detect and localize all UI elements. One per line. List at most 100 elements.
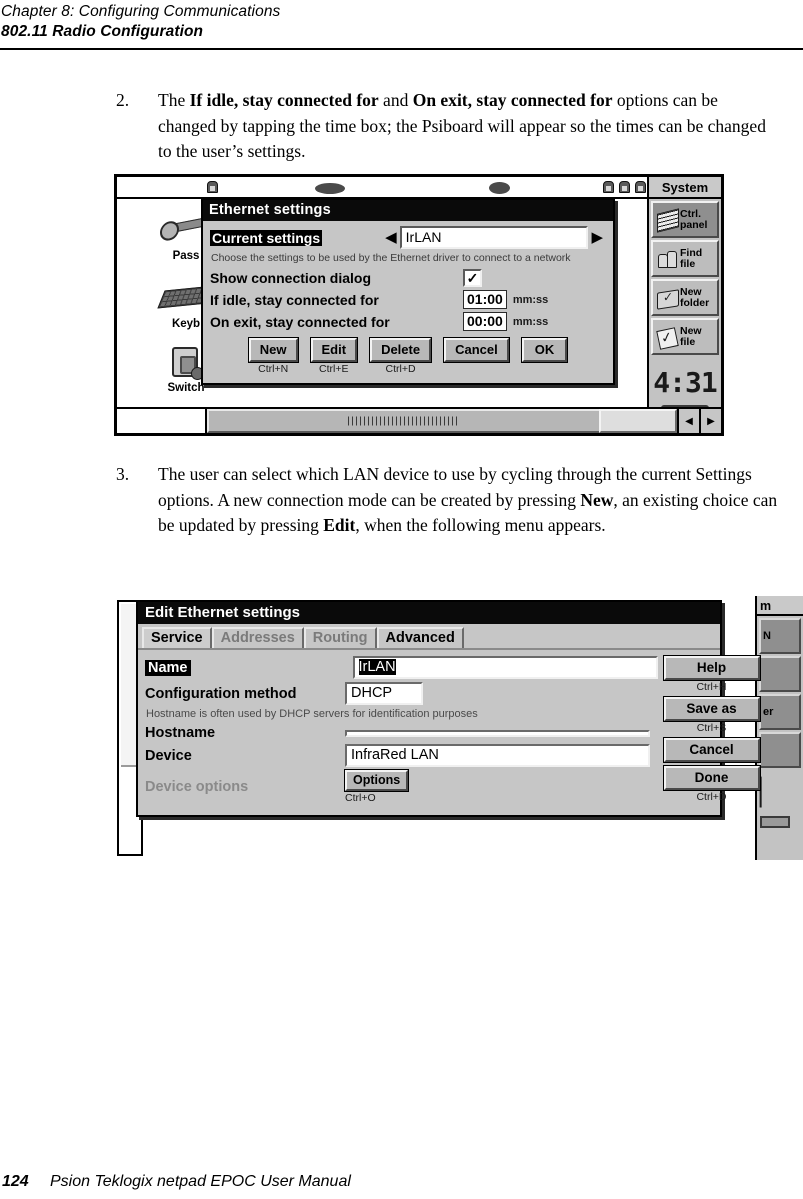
device-options-button[interactable]: Options (343, 769, 410, 792)
page-number: 124 (2, 1173, 29, 1190)
save-as-button[interactable]: Save as (662, 696, 761, 722)
desktop-icon-label: Keyb (171, 318, 201, 330)
name-row: Name IrLAN (145, 656, 658, 679)
footer-title: Psion Teklogix netpad EPOC User Manual (50, 1173, 351, 1190)
help-button[interactable]: Help (662, 655, 761, 681)
tab-bar: Service Addresses Routing Advanced (138, 624, 720, 650)
tab-routing[interactable]: Routing (303, 627, 377, 648)
edit-button-shortcut: Ctrl+E (319, 363, 349, 375)
sidebar-item-new-folder[interactable]: New folder (651, 279, 719, 316)
done-button[interactable]: Done (662, 765, 761, 791)
new-button[interactable]: New (247, 337, 299, 363)
ok-button-group: OK (520, 337, 569, 375)
shell-icon (315, 183, 345, 194)
new-button-group: New Ctrl+N (247, 337, 299, 375)
device-input[interactable]: InfraRed LAN (345, 744, 650, 767)
device-options-shortcut: Ctrl+O (345, 792, 376, 804)
scrollbar-track[interactable] (207, 409, 599, 433)
dome-icon (489, 182, 510, 194)
settings-form: Name IrLAN Configuration method DHCP Hos… (145, 656, 658, 807)
next-arrow-icon[interactable]: ▶ (588, 230, 606, 245)
help-button-shortcut: Ctrl+H (696, 681, 727, 693)
scrollbar-thumb[interactable] (599, 409, 677, 433)
sidebar-item-new-file[interactable]: New file (651, 318, 719, 355)
dialog-side-buttons: Help Ctrl+H Save as Ctrl+S Cancel Done C… (658, 655, 761, 807)
sidebar-item-control-panel[interactable]: Ctrl. panel (651, 201, 719, 238)
background-sidebar-item-1[interactable]: N (759, 618, 801, 654)
hostname-hint: Hostname is often used by DHCP servers f… (146, 708, 478, 720)
prev-arrow-icon[interactable]: ◀ (382, 230, 400, 245)
cancel-button-group: Cancel (443, 337, 510, 375)
hostname-input[interactable] (345, 729, 650, 737)
background-sidebar-item-4[interactable] (759, 732, 801, 768)
background-system-sidebar: m N er ▏ (755, 596, 803, 860)
exit-timeout-row: On exit, stay connected for 00:00 mm:ss (210, 312, 606, 331)
background-clock-display: ▏ (760, 778, 776, 808)
done-button-group: Done Ctrl+D (662, 765, 761, 803)
edit-ethernet-settings-dialog: Edit Ethernet settings Service Addresses… (136, 600, 761, 817)
show-connection-dialog-checkbox[interactable]: ✓ (463, 269, 482, 287)
list-number: 3. (116, 464, 130, 484)
current-settings-row: Current settings ◀ IrLAN ▶ (210, 226, 606, 249)
scroll-left-arrow[interactable]: ◀ (677, 409, 699, 433)
delete-button[interactable]: Delete (369, 337, 433, 363)
show-connection-dialog-row: Show connection dialog ✓ (210, 269, 606, 287)
current-settings-label: Current settings (210, 229, 323, 246)
current-settings-value[interactable]: IrLAN (399, 226, 589, 249)
control-panel-icon (654, 207, 680, 233)
edit-button-group: Edit Ctrl+E (309, 337, 359, 375)
tab-advanced[interactable]: Advanced (376, 627, 464, 648)
device-row: Device InfraRed LAN (145, 744, 658, 767)
edit-button[interactable]: Edit (309, 337, 359, 363)
dialog-title: Ethernet settings (203, 200, 613, 221)
page-footer: 124 Psion Teklogix netpad EPOC User Manu… (0, 1173, 803, 1191)
list-item: 2. The If idle, stay connected for and O… (112, 88, 778, 165)
list-text: The If idle, stay connected for and On e… (158, 90, 766, 161)
cancel-button[interactable]: Cancel (662, 737, 761, 763)
exit-timeout-label: On exit, stay connected for (210, 313, 390, 330)
save-as-button-group: Save as Ctrl+S (662, 696, 761, 734)
idle-timeout-value[interactable]: 01:00 (463, 290, 507, 309)
list-number: 2. (116, 90, 130, 110)
tab-service[interactable]: Service (142, 627, 212, 648)
list-item: 3. The user can select which LAN device … (112, 462, 783, 539)
running-head: Chapter 8: Configuring Communications 80… (0, 0, 803, 41)
name-input[interactable]: IrLAN (352, 656, 658, 679)
scrollbar-grip[interactable] (348, 416, 460, 426)
app-icon-1 (603, 181, 614, 193)
header-rule (0, 48, 803, 50)
app-icon-3 (635, 181, 646, 193)
exit-timeout-unit: mm:ss (512, 315, 549, 328)
find-file-icon (654, 246, 680, 272)
ok-button[interactable]: OK (520, 337, 569, 363)
save-as-button-shortcut: Ctrl+S (696, 722, 727, 734)
cancel-button[interactable]: Cancel (443, 337, 510, 363)
system-sidebar: System Ctrl. panel Find file New folder … (647, 177, 721, 433)
scrollbar-left-pad (117, 409, 207, 433)
configuration-method-input[interactable]: DHCP (345, 682, 423, 705)
background-sidebar-title: m (757, 596, 803, 616)
scroll-right-arrow[interactable]: ▶ (699, 409, 721, 433)
exit-timeout-value[interactable]: 00:00 (463, 312, 507, 331)
background-sidebar-item-2[interactable] (759, 656, 801, 692)
background-sidebar-item-3[interactable]: er (759, 694, 801, 730)
tab-addresses[interactable]: Addresses (211, 627, 304, 648)
sidebar-item-label: New folder (680, 285, 710, 309)
new-folder-icon (654, 285, 680, 311)
name-label: Name (145, 659, 191, 676)
sidebar-item-find-file[interactable]: Find file (651, 240, 719, 277)
mic-icon (207, 181, 218, 193)
delete-button-shortcut: Ctrl+D (385, 363, 416, 375)
screenshot-ethernet-settings: Pass Keyb Switch System Ctrl. panel Find… (114, 174, 724, 436)
current-settings-hint: Choose the settings to be used by the Et… (211, 252, 571, 264)
hostname-row: Hostname (145, 725, 658, 741)
clock-display: 4:31 (653, 365, 717, 399)
horizontal-scrollbar[interactable]: ◀ ▶ (117, 407, 721, 433)
show-connection-dialog-label: Show connection dialog (210, 270, 371, 286)
delete-button-group: Delete Ctrl+D (369, 337, 433, 375)
idle-timeout-row: If idle, stay connected for 01:00 mm:ss (210, 290, 606, 309)
app-icon-2 (619, 181, 630, 193)
help-button-group: Help Ctrl+H (662, 655, 761, 693)
device-options-row: Device options Options Ctrl+O (145, 769, 658, 804)
list-text: The user can select which LAN device to … (158, 464, 778, 535)
